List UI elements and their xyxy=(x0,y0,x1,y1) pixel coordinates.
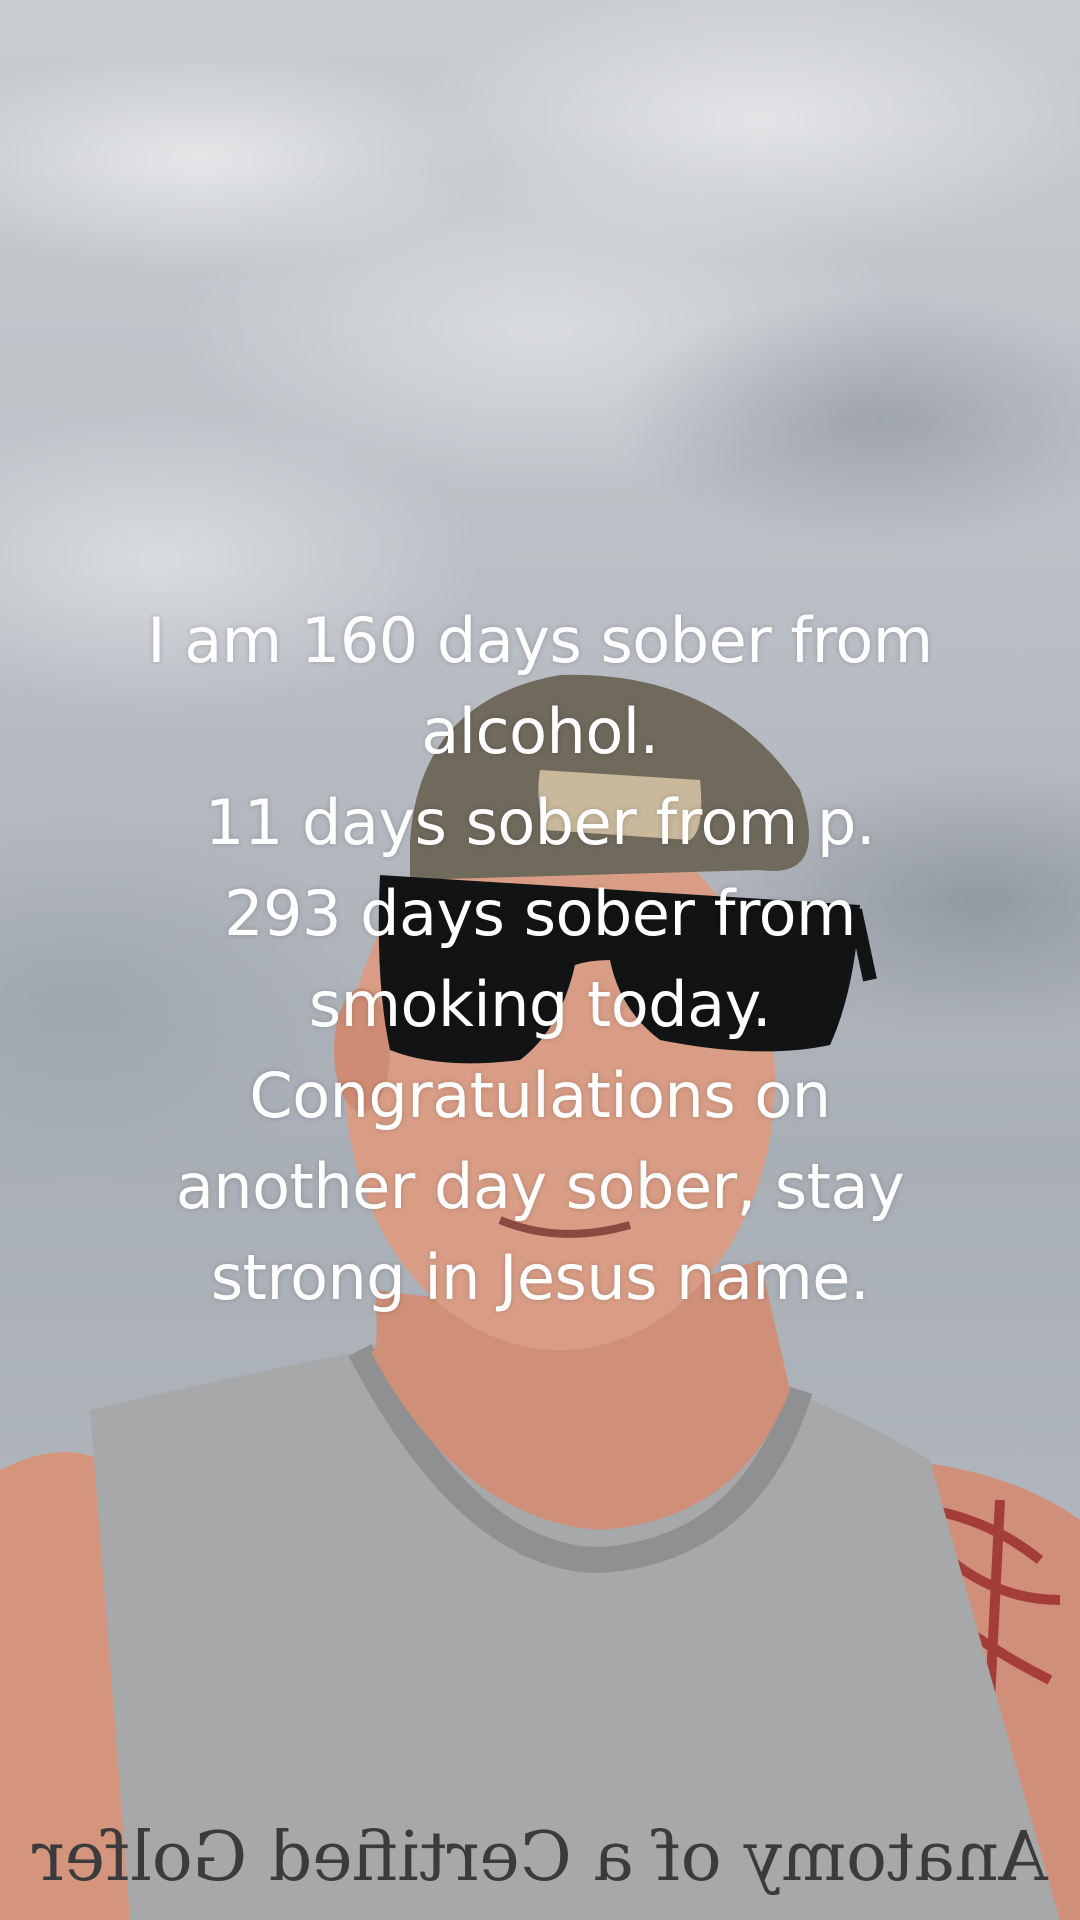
caption-line-4: 293 days sober from xyxy=(224,877,856,950)
caption-line-7: another day sober, stay xyxy=(175,1150,905,1223)
video-frame: Anatomy of a Certified Golfer I am 160 d… xyxy=(0,0,1080,1920)
caption-line-2: alcohol. xyxy=(421,695,659,768)
caption-line-6: Congratulations on xyxy=(249,1059,831,1132)
caption-line-1: I am 160 days sober from xyxy=(147,604,933,677)
svg-text:Anatomy of a Certified Golfer: Anatomy of a Certified Golfer xyxy=(32,1818,1049,1897)
shirt-print: Anatomy of a Certified Golfer xyxy=(32,1818,1049,1897)
caption-line-8: strong in Jesus name. xyxy=(210,1241,870,1314)
overlay-caption: I am 160 days sober from alcohol. 11 day… xyxy=(60,595,1020,1323)
caption-line-3: 11 days sober from p. xyxy=(204,786,876,859)
caption-line-5: smoking today. xyxy=(308,968,772,1041)
